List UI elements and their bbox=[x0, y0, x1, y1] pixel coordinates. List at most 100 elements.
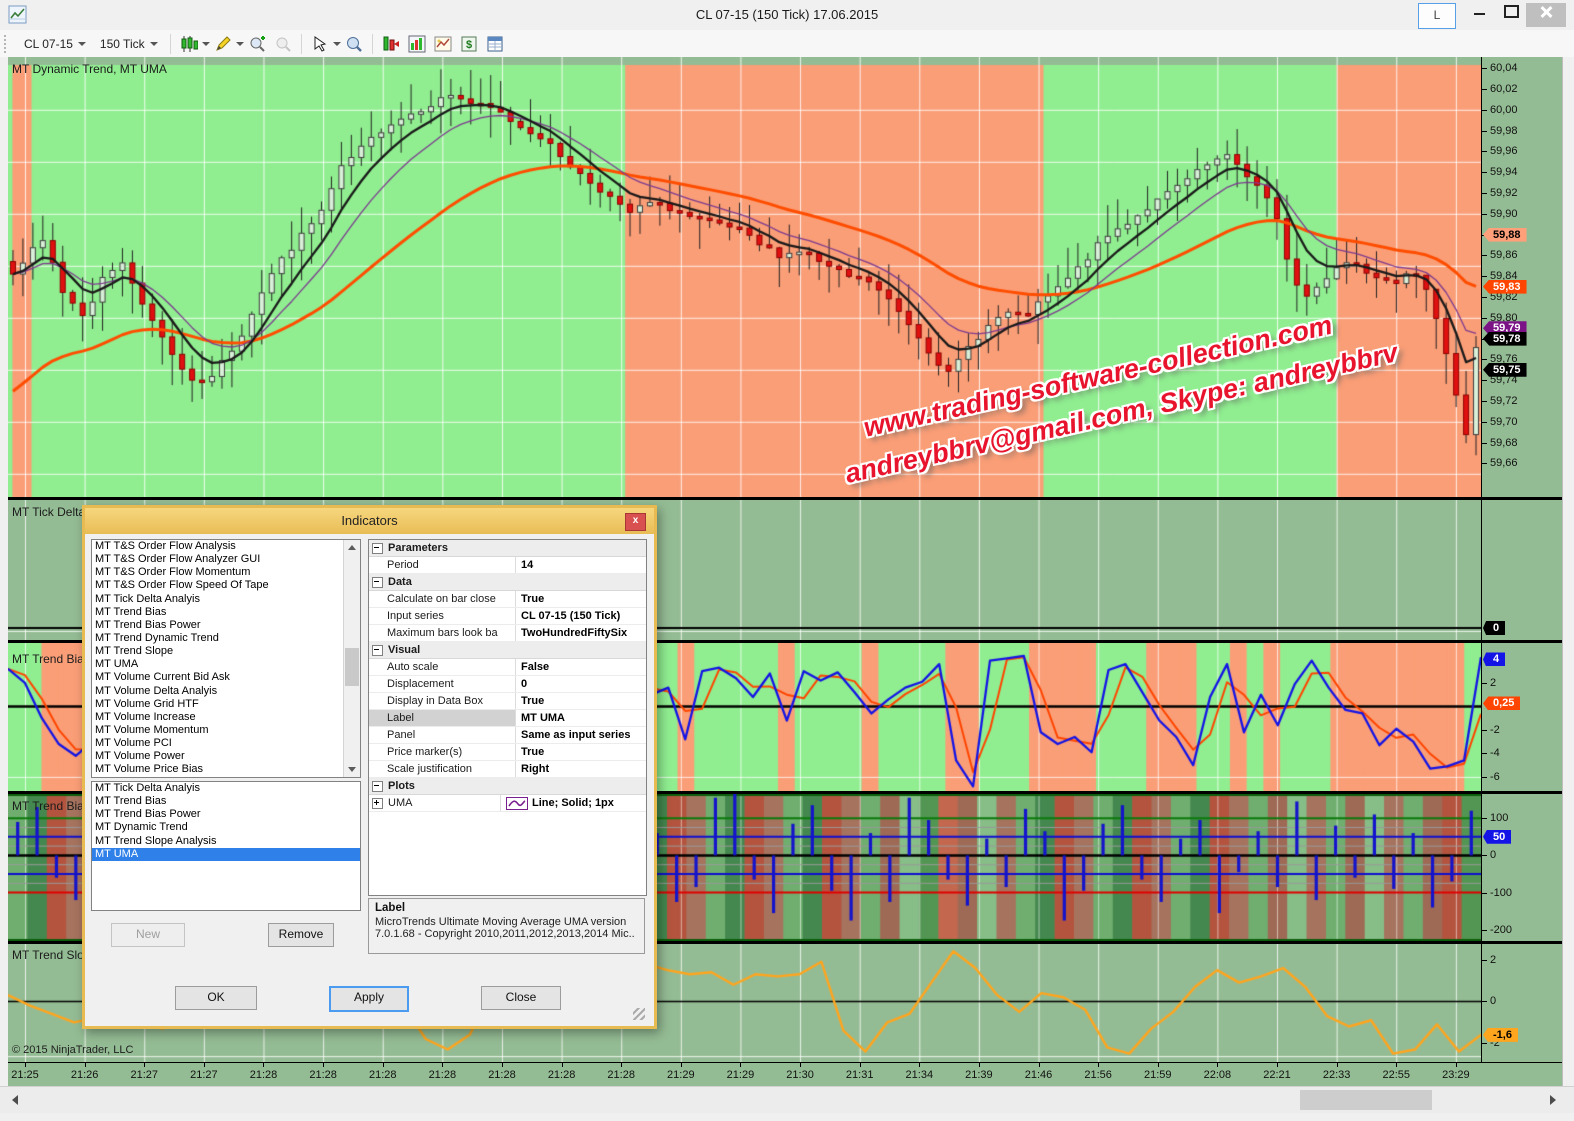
indicator-list-item[interactable]: MT Volume PCI bbox=[92, 737, 344, 750]
indicator-list-item[interactable]: MT Trend Dynamic Trend bbox=[92, 632, 344, 645]
property-name[interactable]: Displacement bbox=[369, 676, 516, 692]
available-indicators-list[interactable]: MT T&S Order Flow AnalysisMT T&S Order F… bbox=[91, 539, 361, 778]
dialog-title-bar[interactable]: Indicators bbox=[85, 508, 654, 534]
property-row[interactable]: Display in Data BoxTrue bbox=[369, 693, 646, 710]
property-row[interactable]: Displacement0 bbox=[369, 676, 646, 693]
property-name[interactable]: Maximum bars look ba bbox=[369, 625, 516, 641]
time-axis[interactable]: 21:2521:2621:2721:2721:2821:2821:2821:28… bbox=[8, 1062, 1562, 1087]
indicator-list-item[interactable]: MT Volume Momentum bbox=[92, 724, 344, 737]
dialog-close-button-bottom[interactable]: Close bbox=[481, 986, 561, 1010]
property-name[interactable]: Period bbox=[369, 557, 516, 573]
apply-button[interactable]: Apply bbox=[329, 986, 409, 1012]
indicator-list-item[interactable]: MT UMA bbox=[92, 658, 344, 671]
chevron-down-icon[interactable] bbox=[202, 42, 210, 46]
scroll-right-button[interactable] bbox=[1540, 1087, 1566, 1113]
data-grid-icon[interactable] bbox=[483, 33, 507, 55]
property-row[interactable]: Input seriesCL 07-15 (150 Tick) bbox=[369, 608, 646, 625]
property-row[interactable]: Parameters bbox=[369, 540, 646, 557]
chevron-down-icon[interactable] bbox=[236, 42, 244, 46]
instrument-selector[interactable]: CL 07-15 bbox=[17, 35, 93, 53]
property-grid[interactable]: ParametersPeriod14DataCalculate on bar c… bbox=[368, 539, 647, 896]
property-value[interactable]: 14 bbox=[516, 557, 646, 573]
zoom-undo-icon[interactable] bbox=[271, 33, 295, 55]
scroll-up-button[interactable] bbox=[344, 540, 360, 555]
chevron-down-icon[interactable] bbox=[333, 42, 341, 46]
scrollbar-thumb[interactable] bbox=[345, 648, 359, 686]
property-row[interactable]: Scale justificationRight bbox=[369, 761, 646, 778]
price-axis[interactable]: 1000-100-20050 bbox=[1482, 794, 1562, 941]
property-value[interactable]: Right bbox=[516, 761, 646, 777]
indicator-list-item[interactable]: MT Volume Increase bbox=[92, 711, 344, 724]
expand-icon[interactable] bbox=[372, 798, 383, 809]
property-value[interactable]: MT UMA bbox=[516, 710, 646, 726]
indicator-list-item[interactable]: MT Volume Current Bid Ask bbox=[92, 671, 344, 684]
indicator-list-item[interactable]: MT Trend Bias bbox=[92, 606, 344, 619]
property-name[interactable]: Calculate on bar close bbox=[369, 591, 516, 607]
search-icon[interactable] bbox=[342, 33, 366, 55]
property-name[interactable]: Plots bbox=[369, 778, 415, 794]
scrollbar-thumb[interactable] bbox=[1300, 1090, 1432, 1110]
minimize-button[interactable] bbox=[1462, 3, 1496, 27]
ok-button[interactable]: OK bbox=[175, 986, 257, 1010]
applied-indicators-list[interactable]: MT Tick Delta AnalyisMT Trend BiasMT Tre… bbox=[91, 781, 361, 911]
snapshot-icon[interactable] bbox=[431, 33, 455, 55]
property-value[interactable]: Line; Solid; 1px bbox=[501, 795, 646, 811]
property-name[interactable]: Panel bbox=[369, 727, 516, 743]
property-value[interactable]: 0 bbox=[516, 676, 646, 692]
property-value[interactable]: CL 07-15 (150 Tick) bbox=[516, 608, 646, 624]
period-selector[interactable]: 150 Tick bbox=[93, 35, 165, 53]
applied-indicator-item[interactable]: MT Trend Bias Power bbox=[92, 808, 360, 821]
property-value[interactable]: TwoHundredFiftySix bbox=[516, 625, 646, 641]
price-axis[interactable]: 2-2-4-640,25 bbox=[1482, 643, 1562, 791]
property-name[interactable]: Parameters bbox=[369, 540, 448, 556]
property-name[interactable]: Input series bbox=[369, 608, 516, 624]
chart-trader-icon[interactable] bbox=[405, 33, 429, 55]
property-value[interactable]: Same as input series bbox=[516, 727, 646, 743]
property-name[interactable]: Scale justification bbox=[369, 761, 516, 777]
indicator-list-item[interactable]: MT Trend Slope bbox=[92, 645, 344, 658]
price-axis[interactable]: 0 bbox=[1482, 500, 1562, 640]
indicator-list-item[interactable]: MT Volume Power bbox=[92, 750, 344, 763]
property-name[interactable]: Label bbox=[369, 710, 516, 726]
property-row[interactable]: Period14 bbox=[369, 557, 646, 574]
property-name[interactable]: Data bbox=[369, 574, 412, 590]
zoom-in-icon[interactable] bbox=[245, 33, 269, 55]
price-panel-canvas[interactable] bbox=[8, 57, 1481, 497]
indicator-list-item[interactable]: MT Volume Grid HTF bbox=[92, 698, 344, 711]
property-value[interactable]: True bbox=[516, 591, 646, 607]
property-name[interactable]: Display in Data Box bbox=[369, 693, 516, 709]
close-button[interactable] bbox=[1526, 3, 1566, 27]
title-bar[interactable]: CL 07-15 (150 Tick) 17.06.2015 L bbox=[0, 0, 1574, 31]
maximize-button[interactable] bbox=[1494, 3, 1528, 27]
cursor-tool-icon[interactable] bbox=[308, 33, 332, 55]
dialog-close-button[interactable]: x bbox=[625, 513, 646, 531]
property-row[interactable]: Visual bbox=[369, 642, 646, 659]
property-row[interactable]: Price marker(s)True bbox=[369, 744, 646, 761]
property-row[interactable]: UMALine; Solid; 1px bbox=[369, 795, 646, 812]
applied-indicator-item[interactable]: MT Trend Slope Analysis bbox=[92, 835, 360, 848]
property-row[interactable]: Calculate on bar closeTrue bbox=[369, 591, 646, 608]
property-name[interactable]: Auto scale bbox=[369, 659, 516, 675]
drawing-tool-icon[interactable] bbox=[211, 33, 235, 55]
account-dollar-icon[interactable]: $ bbox=[457, 33, 481, 55]
applied-indicator-item[interactable]: MT Dynamic Trend bbox=[92, 821, 360, 834]
indicator-list-item[interactable]: MT Trend Bias Power bbox=[92, 619, 344, 632]
property-name[interactable]: Visual bbox=[369, 642, 420, 658]
property-row[interactable]: LabelMT UMA bbox=[369, 710, 646, 727]
indicator-list-item[interactable]: MT T&S Order Flow Analysis bbox=[92, 540, 344, 553]
property-row[interactable]: Plots bbox=[369, 778, 646, 795]
property-row[interactable]: PanelSame as input series bbox=[369, 727, 646, 744]
remove-button[interactable]: Remove bbox=[268, 923, 334, 947]
property-value[interactable]: False bbox=[516, 659, 646, 675]
collapse-icon[interactable] bbox=[372, 781, 383, 792]
indicator-list-item[interactable]: MT T&S Order Flow Speed Of Tape bbox=[92, 579, 344, 592]
indicator-list-item[interactable]: MT T&S Order Flow Momentum bbox=[92, 566, 344, 579]
scroll-left-button[interactable] bbox=[2, 1087, 28, 1113]
property-name[interactable]: UMA bbox=[369, 795, 501, 811]
property-value[interactable]: True bbox=[516, 744, 646, 760]
horizontal-scrollbar[interactable] bbox=[0, 1086, 1574, 1113]
indicator-list-item[interactable]: MT T&S Order Flow Analyzer GUI bbox=[92, 553, 344, 566]
indicator-list-item[interactable]: MT Volume Price Bias bbox=[92, 763, 344, 776]
price-axis[interactable]: 20-2-1,6 bbox=[1482, 944, 1562, 1062]
indicator-list-item[interactable]: MT Volume Delta Analyis bbox=[92, 685, 344, 698]
